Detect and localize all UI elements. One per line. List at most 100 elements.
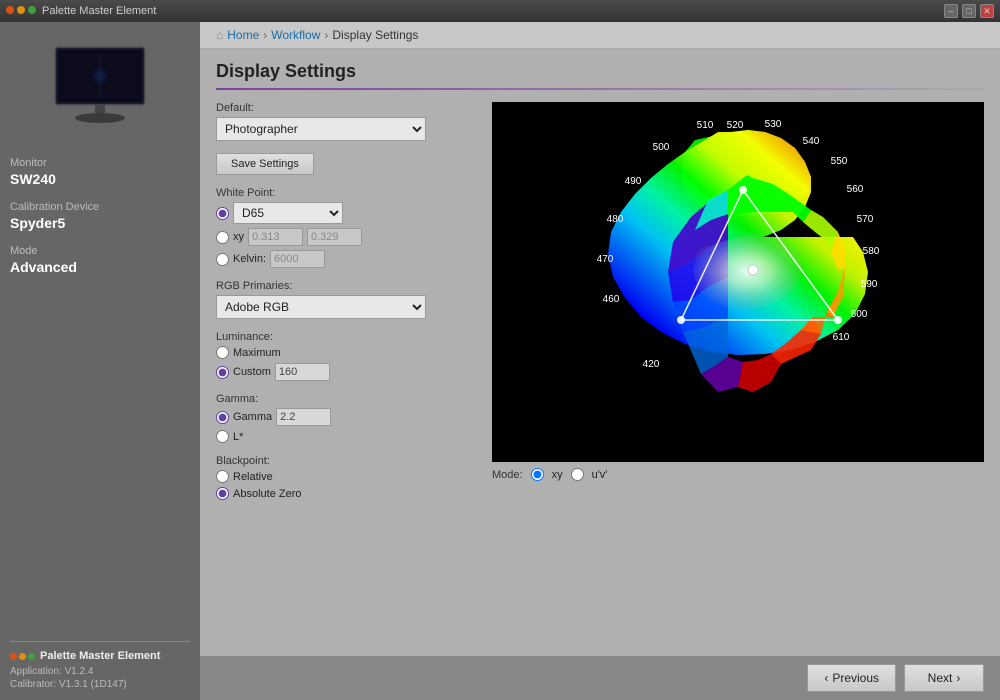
page-title: Display Settings (216, 61, 984, 82)
bottom-bar: ‹ Previous Next › (200, 656, 1000, 700)
default-select[interactable]: Photographer sRGB Adobe RGB Custom (216, 117, 426, 141)
close-button[interactable]: ✕ (980, 4, 994, 18)
title-divider (216, 88, 984, 90)
maximize-button[interactable]: □ (962, 4, 976, 18)
gamma-field-group: Gamma: Gamma L* (216, 393, 476, 443)
next-label: Next (928, 671, 953, 685)
gamma-lstar-label: L* (233, 431, 243, 443)
window-controls: – □ ✕ (944, 4, 994, 18)
luminance-label: Luminance: (216, 331, 476, 343)
blackpoint-relative-radio[interactable] (216, 470, 229, 483)
main-area: ⌂ Home › Workflow › Display Settings Dis… (200, 22, 1000, 700)
svg-text:420: 420 (643, 359, 660, 370)
whitepoint-kelvin-radio[interactable] (216, 253, 229, 266)
blackpoint-absolute-radio[interactable] (216, 487, 229, 500)
save-settings-button[interactable]: Save Settings (216, 153, 314, 175)
svg-text:520: 520 (727, 120, 744, 131)
luminance-custom-label: Custom (233, 366, 271, 378)
svg-text:510: 510 (697, 120, 714, 131)
gamma-input[interactable] (276, 408, 331, 426)
mode-label: Mode: (492, 469, 523, 481)
settings-panel: Default: Photographer sRGB Adobe RGB Cus… (216, 102, 476, 656)
chromaticity-diagram: 520 530 540 550 560 570 580 590 600 610 … (492, 102, 984, 462)
palette-dots (6, 5, 42, 17)
svg-text:540: 540 (803, 136, 820, 147)
previous-button[interactable]: ‹ Previous (807, 664, 896, 692)
whitepoint-xy-radio[interactable] (216, 231, 229, 244)
whitepoint-field-group: White Point: D65 D50 D55 D75 Native (216, 187, 476, 268)
gamma-value-radio[interactable] (216, 411, 229, 424)
whitepoint-xy-label: xy (233, 231, 244, 243)
breadcrumb: ⌂ Home › Workflow › Display Settings (200, 22, 1000, 49)
svg-text:480: 480 (607, 214, 624, 225)
content-row: Default: Photographer sRGB Adobe RGB Cus… (216, 102, 984, 656)
content-area: Display Settings Default: Photographer s… (200, 49, 1000, 656)
luminance-value-input[interactable] (275, 363, 330, 381)
whitepoint-label: White Point: (216, 187, 476, 199)
gamma-lstar-radio[interactable] (216, 430, 229, 443)
title-bar: Palette Master Element – □ ✕ (0, 0, 1000, 22)
previous-chevron-icon: ‹ (824, 671, 828, 685)
breadcrumb-home[interactable]: Home (227, 28, 259, 42)
blackpoint-label: Blackpoint: (216, 455, 476, 467)
rgb-select[interactable]: Adobe RGB sRGB DCI-P3 Custom (216, 295, 426, 319)
title-bar-text: Palette Master Element (42, 5, 156, 17)
default-field-group: Default: Photographer sRGB Adobe RGB Cus… (216, 102, 476, 141)
svg-text:490: 490 (625, 176, 642, 187)
svg-text:560: 560 (847, 184, 864, 195)
kelvin-label: Kelvin: (233, 253, 266, 265)
next-chevron-icon: › (956, 671, 960, 685)
app-version2: Calibrator: V1.3.1 (1D147) (10, 679, 190, 690)
monitor-value: SW240 (10, 171, 190, 187)
calibration-value: Spyder5 (10, 215, 190, 231)
monitor-label: Monitor (10, 157, 190, 169)
mode-value: Advanced (10, 259, 190, 275)
sidebar: Monitor SW240 Calibration Device Spyder5… (0, 22, 200, 700)
svg-text:550: 550 (831, 156, 848, 167)
mode-uv-label: u'v' (592, 469, 608, 481)
mode-uv-radio[interactable] (571, 468, 584, 481)
svg-text:460: 460 (603, 294, 620, 305)
calibration-label: Calibration Device (10, 201, 190, 213)
xy-x-input[interactable] (248, 228, 303, 246)
minimize-button[interactable]: – (944, 4, 958, 18)
luminance-custom-radio[interactable] (216, 366, 229, 379)
mode-xy-label: xy (552, 469, 563, 481)
mode-bar: Mode: xy u'v' (492, 462, 984, 487)
blackpoint-relative-label: Relative (233, 471, 273, 483)
mode-xy-radio[interactable] (531, 468, 544, 481)
svg-text:530: 530 (765, 119, 782, 130)
default-label: Default: (216, 102, 476, 114)
rgb-field-group: RGB Primaries: Adobe RGB sRGB DCI-P3 Cus… (216, 280, 476, 319)
luminance-max-label: Maximum (233, 347, 281, 359)
previous-label: Previous (832, 671, 879, 685)
breadcrumb-current: Display Settings (332, 28, 418, 42)
whitepoint-select[interactable]: D65 D50 D55 D75 Native (233, 202, 343, 224)
diagram-panel: 520 530 540 550 560 570 580 590 600 610 … (492, 102, 984, 656)
svg-text:610: 610 (833, 332, 850, 343)
svg-text:470: 470 (597, 254, 614, 265)
blackpoint-absolute-label: Absolute Zero (233, 488, 301, 500)
svg-text:600: 600 (851, 309, 868, 320)
whitepoint-d65-radio[interactable] (216, 207, 229, 220)
svg-text:590: 590 (861, 279, 878, 290)
app-version1: Application: V1.2.4 (10, 666, 190, 677)
svg-text:580: 580 (863, 246, 880, 257)
home-icon: ⌂ (216, 28, 223, 42)
gamma-label: Gamma: (216, 393, 476, 405)
rgb-label: RGB Primaries: (216, 280, 476, 292)
kelvin-input[interactable] (270, 250, 325, 268)
sidebar-footer: Palette Master Element Application: V1.2… (10, 641, 190, 690)
blackpoint-field-group: Blackpoint: Relative Absolute Zero (216, 455, 476, 500)
svg-text:570: 570 (857, 214, 874, 225)
xy-y-input[interactable] (307, 228, 362, 246)
monitor-graphic (45, 42, 155, 127)
app-name: Palette Master Element (40, 650, 160, 662)
svg-text:500: 500 (653, 142, 670, 153)
gamma-value-label: Gamma (233, 411, 272, 423)
luminance-max-radio[interactable] (216, 346, 229, 359)
breadcrumb-workflow[interactable]: Workflow (271, 28, 320, 42)
luminance-field-group: Luminance: Maximum Custom (216, 331, 476, 381)
mode-label: Mode (10, 245, 190, 257)
next-button[interactable]: Next › (904, 664, 984, 692)
